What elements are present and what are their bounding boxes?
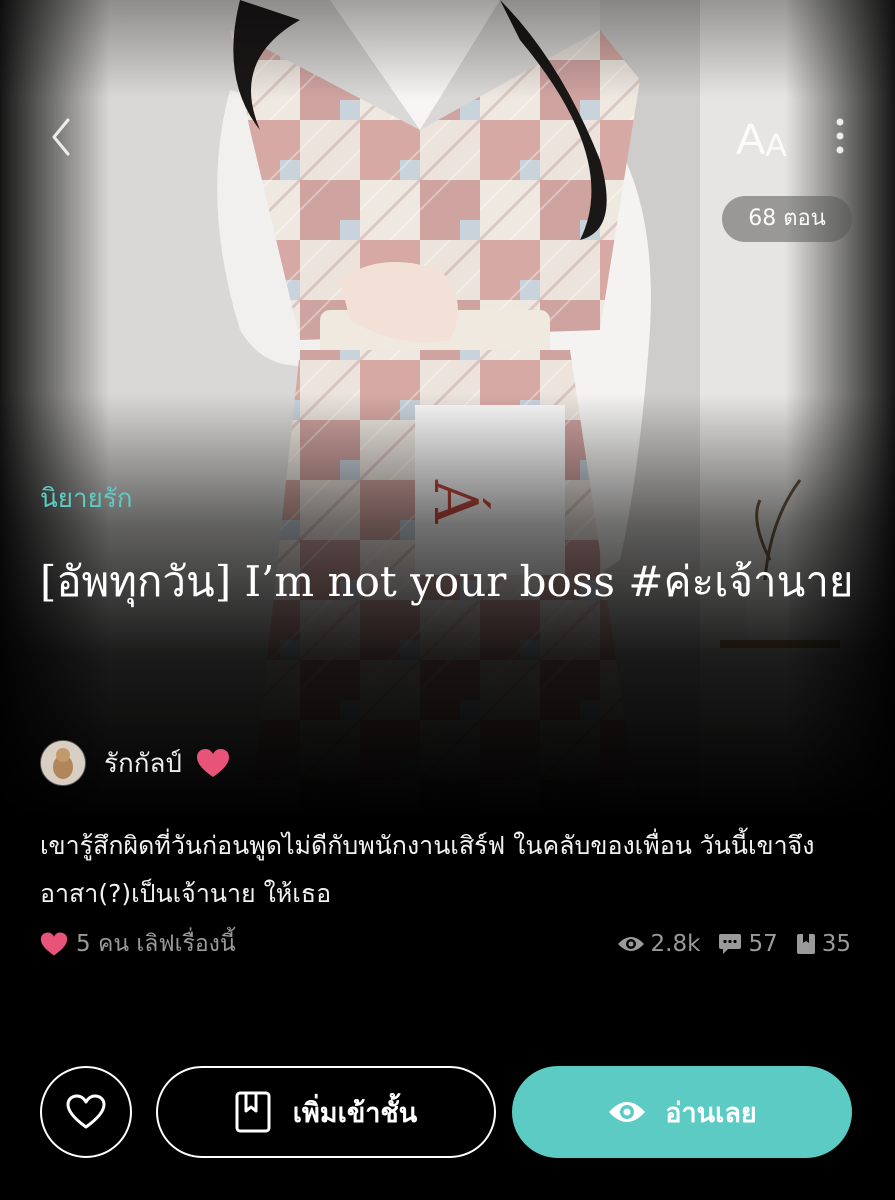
font-size-icon-large: A: [736, 115, 766, 164]
eye-icon: [609, 1102, 646, 1122]
bookmarks-stat: 35: [796, 931, 851, 957]
avatar: [40, 740, 86, 786]
like-button[interactable]: [40, 1066, 132, 1158]
views-stat: 2.8k: [617, 931, 701, 957]
comments-stat: 57: [718, 931, 778, 957]
comments-count: 57: [748, 931, 778, 957]
bookmark-icon: [796, 934, 815, 954]
category-label[interactable]: นิยายรัก: [40, 478, 133, 519]
back-button[interactable]: [42, 112, 82, 162]
more-vertical-icon: [836, 118, 844, 154]
story-synopsis: เขารู้สึกผิดที่วันก่อนพูดไม่ดีกับพนักงาน…: [40, 831, 815, 908]
love-count: 5 คน เลิฟเรื่องนี้: [40, 928, 236, 960]
author-name: รักกัลป์: [104, 748, 182, 779]
add-to-library-label: เพิ่มเข้าชั้น: [292, 1097, 418, 1129]
more-options-button[interactable]: [828, 114, 852, 158]
book-icon: [235, 1091, 271, 1133]
episodes-count-badge: 68 ตอน: [722, 196, 852, 242]
bookmarks-count: 35: [821, 931, 851, 957]
heart-outline-icon: [66, 1094, 106, 1129]
read-now-label: อ่านเลย: [665, 1097, 757, 1129]
font-size-button[interactable]: A A: [736, 112, 787, 164]
views-count: 2.8k: [650, 931, 701, 957]
eye-icon: [617, 937, 644, 951]
heart-icon: [40, 932, 68, 956]
author-row[interactable]: รักกัลป์: [40, 740, 230, 786]
story-stats: 2.8k 57 35: [599, 928, 851, 960]
story-title: [อัพทุกวัน] I’m not your boss #ค่ะเจ้านา…: [40, 557, 854, 606]
read-now-button[interactable]: อ่านเลย: [512, 1066, 852, 1158]
font-size-icon-small: A: [765, 127, 787, 163]
back-chevron-icon: [52, 118, 70, 156]
love-count-text: 5 คน เลิฟเรื่องนี้: [76, 931, 236, 957]
add-to-library-button[interactable]: เพิ่มเข้าชั้น: [156, 1066, 496, 1158]
comment-icon: [719, 934, 742, 954]
heart-icon: [196, 749, 229, 777]
